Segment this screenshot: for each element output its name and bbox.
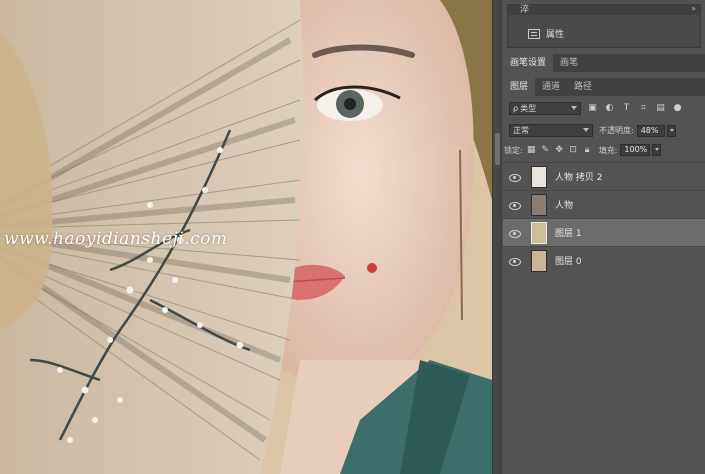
tab-layers[interactable]: 图层	[503, 78, 536, 96]
layer-row[interactable]: 人物 拷贝 2	[503, 162, 705, 190]
document-canvas[interactable]: www.haoyidiansheji.com	[0, 0, 492, 474]
blend-mode-select[interactable]: 正常	[509, 124, 593, 137]
layers-tabbar: 图层 通道 路径	[503, 78, 705, 96]
layer-thumbnail	[531, 193, 547, 216]
eye-icon[interactable]	[508, 228, 522, 238]
properties-panel-header: 淬 »	[508, 4, 700, 15]
properties-icon	[528, 28, 540, 39]
filter-kind-select[interactable]: ρ 类型	[509, 102, 581, 115]
right-panel-dock: 淬 » 属性 画笔设置 画笔 图层 通道 路径 ρ 类型 ▣ ◐ T ⌗ ▤ ●…	[492, 0, 705, 474]
lock-all-icon[interactable]: 🔒︎	[582, 145, 593, 156]
lock-transparent-icon[interactable]: ▦	[526, 145, 537, 156]
layer-thumbnail	[531, 221, 547, 244]
properties-label: 属性	[546, 30, 565, 40]
brush-tabbar: 画笔设置 画笔	[503, 54, 705, 72]
fill-dropdown[interactable]	[652, 144, 662, 156]
layer-name: 图层 0	[555, 257, 582, 267]
properties-panel: 淬 » 属性	[507, 4, 701, 48]
lock-label: 锁定:	[504, 145, 523, 155]
properties-button[interactable]: 属性	[528, 27, 564, 40]
eye-icon[interactable]	[508, 172, 522, 182]
eye-icon[interactable]	[508, 256, 522, 266]
blend-mode-value: 正常	[513, 126, 529, 135]
filter-toggle-icon[interactable]: ●	[672, 103, 683, 114]
opacity-dropdown[interactable]	[666, 124, 676, 137]
layer-name: 人物	[555, 201, 574, 211]
blend-opacity-row: 正常 不透明度: 48%	[503, 124, 705, 137]
filter-kind-value: 类型	[520, 104, 537, 113]
search-icon: ρ	[513, 104, 519, 113]
layer-thumbnail	[531, 249, 547, 272]
filter-smartobject-icon[interactable]: ▤	[655, 103, 666, 114]
chevron-down-icon	[583, 128, 589, 132]
tab-brush-settings[interactable]: 画笔设置	[503, 54, 554, 72]
filter-shape-icon[interactable]: ⌗	[638, 103, 649, 114]
collapse-icon[interactable]: »	[691, 4, 696, 13]
lock-fill-row: 锁定: ▦ ✎ ✥ ⊡ 🔒︎ 填充: 100%	[503, 144, 705, 156]
watermark-text: www.haoyidiansheji.com	[4, 229, 228, 249]
opacity-input[interactable]: 48%	[636, 124, 665, 137]
scrollbar-thumb[interactable]	[495, 133, 500, 165]
filter-adjustment-icon[interactable]: ◐	[604, 103, 615, 114]
opacity-label: 不透明度:	[599, 126, 634, 135]
layer-name: 图层 1	[555, 229, 582, 239]
lock-image-icon[interactable]: ✎	[540, 145, 551, 156]
panel-scrollbar[interactable]	[493, 0, 502, 474]
tab-paths[interactable]: 路径	[567, 78, 599, 96]
tab-channels[interactable]: 通道	[535, 78, 567, 96]
layer-row-selected[interactable]: 图层 1	[503, 218, 705, 246]
eye-icon[interactable]	[508, 200, 522, 210]
panel-glyph: 淬	[520, 5, 530, 15]
fill-input[interactable]: 100%	[620, 144, 651, 156]
chevron-down-icon	[571, 106, 577, 110]
layer-row[interactable]: 图层 0	[503, 246, 705, 274]
layer-row[interactable]: 人物	[503, 190, 705, 218]
layer-thumbnail	[531, 165, 547, 188]
lock-artboard-icon[interactable]: ⊡	[568, 145, 579, 156]
fill-label: 填充:	[598, 145, 618, 155]
tab-brushes[interactable]: 画笔	[553, 54, 585, 72]
filter-type-icon[interactable]: T	[621, 103, 632, 114]
lock-position-icon[interactable]: ✥	[554, 145, 565, 156]
layer-filter-row: ρ 类型 ▣ ◐ T ⌗ ▤ ●	[503, 102, 705, 115]
filter-pixel-icon[interactable]: ▣	[587, 103, 598, 114]
layer-name: 人物 拷贝 2	[555, 173, 603, 183]
layers-list: 人物 拷贝 2 人物 图层 1 图层 0	[503, 162, 705, 274]
